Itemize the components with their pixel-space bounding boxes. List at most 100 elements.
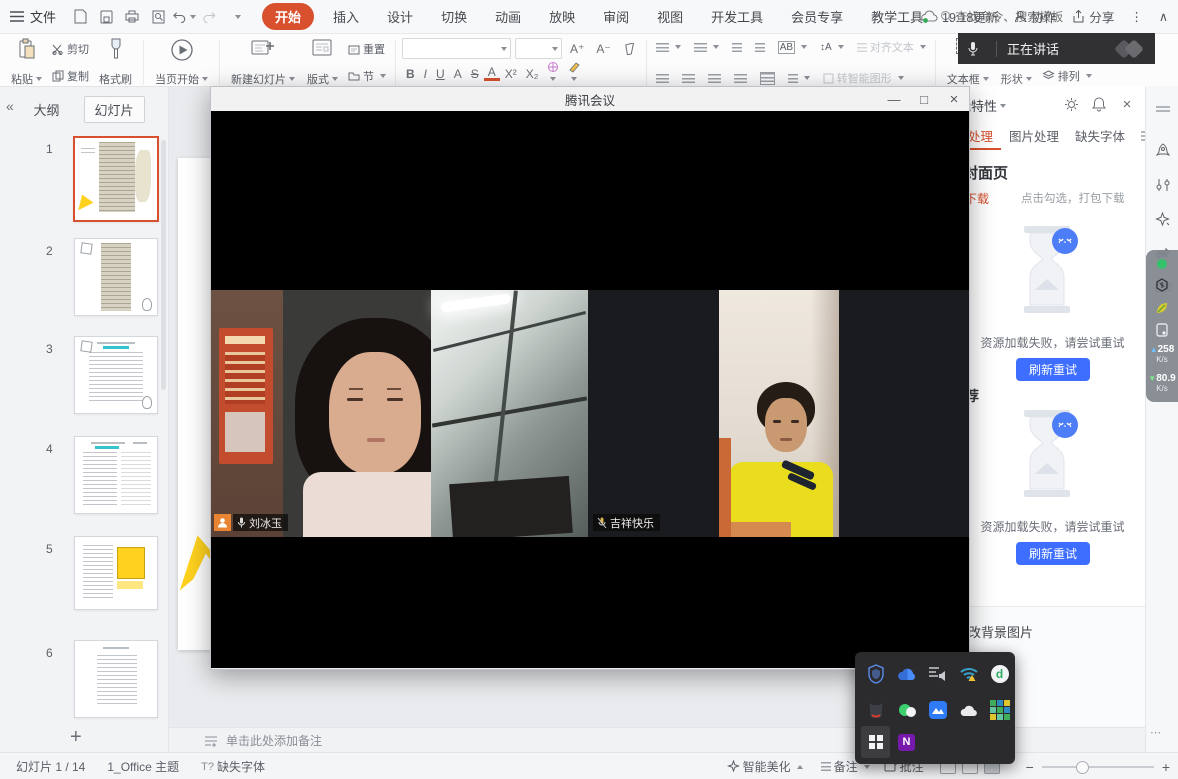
video-tile-jixiangkuaile[interactable]: 吉祥快乐 — [588, 290, 969, 537]
missing-font-status[interactable]: T? 缺失字体 — [201, 758, 265, 775]
strikethrough-button[interactable]: S — [467, 67, 483, 81]
mountain-app-icon[interactable] — [923, 694, 952, 726]
video-tile-liubingyu[interactable]: 刘冰玉 — [211, 290, 588, 537]
cat-app-icon[interactable] — [861, 694, 890, 726]
collapse-panel-button[interactable]: « — [6, 98, 14, 114]
paste-button[interactable]: 粘贴 — [6, 36, 47, 89]
decrease-indent-button[interactable] — [729, 42, 745, 53]
zoom-knob[interactable] — [1076, 761, 1089, 774]
more-menu-button[interactable]: ⋮ — [1130, 9, 1143, 24]
tab-member[interactable]: 会员专享 — [782, 3, 852, 30]
retry-button-2[interactable]: 刷新重试 — [1016, 542, 1090, 565]
font-size-select[interactable] — [515, 38, 562, 59]
redo-icon[interactable] — [198, 6, 222, 28]
subscript-button[interactable]: X₂ — [522, 67, 543, 81]
tab-slides[interactable]: 幻灯片 — [84, 96, 145, 123]
slide-thumbnail-1[interactable] — [73, 136, 159, 222]
format-painter-button[interactable]: 格式刷 — [94, 36, 137, 89]
letter-d-icon[interactable]: d — [985, 658, 1014, 690]
collapse-ribbon-button[interactable]: ∧ — [1159, 9, 1168, 24]
green-dot-app-icon[interactable] — [892, 694, 921, 726]
tab-design[interactable]: 设计 — [378, 3, 422, 30]
slide-thumbnail-4[interactable] — [74, 436, 158, 514]
panel-scrollbar[interactable] — [161, 140, 166, 390]
font-color-button[interactable]: A — [484, 67, 500, 81]
increase-font-icon[interactable]: A⁺ — [566, 42, 588, 56]
undo-icon[interactable] — [172, 6, 196, 28]
cloud-update-status[interactable]: 19:18更新 — [921, 7, 998, 26]
tab-insert[interactable]: 插入 — [324, 3, 368, 30]
numbered-list-button[interactable] — [691, 41, 722, 53]
layout-button[interactable]: 版式 — [302, 36, 343, 89]
clear-format-icon[interactable] — [619, 43, 640, 55]
volume-mixer-icon[interactable] — [923, 658, 952, 690]
slide-thumbnail-6[interactable] — [74, 640, 158, 718]
file-menu[interactable]: 文件 — [10, 7, 56, 26]
increase-indent-button[interactable] — [752, 42, 768, 53]
play-current-button[interactable]: 当页开始 — [150, 36, 213, 89]
print-preview-icon[interactable] — [146, 6, 170, 28]
more-caret-icon[interactable] — [224, 6, 248, 28]
shield-icon[interactable] — [861, 658, 890, 690]
cloud-drive-icon[interactable] — [892, 658, 921, 690]
align-center-button[interactable] — [679, 73, 698, 84]
distribute-button[interactable] — [757, 71, 778, 86]
gear-icon[interactable] — [1060, 94, 1082, 114]
font-family-select[interactable] — [402, 38, 511, 59]
decrease-font-icon[interactable]: A⁻ — [592, 42, 614, 56]
adjust-sliders-icon[interactable] — [1146, 172, 1178, 198]
align-right-button[interactable] — [705, 73, 724, 84]
minimize-button[interactable]: — — [879, 87, 909, 111]
rocket-icon[interactable] — [1146, 138, 1178, 164]
char-spacing-button[interactable]: ↕A — [817, 41, 847, 54]
panel-tab-image[interactable]: 图片处理 — [1009, 126, 1059, 145]
net-speed-widget[interactable]: ▲258K/s ▼80.9K/s — [1146, 250, 1178, 402]
highlight-button[interactable] — [564, 61, 584, 87]
bold-button[interactable]: B — [402, 67, 419, 81]
four-pane-app-icon[interactable] — [861, 726, 890, 758]
bullet-list-button[interactable] — [653, 41, 684, 53]
new-slide-button[interactable]: 新建幻灯片 — [226, 36, 300, 89]
close-button[interactable]: × — [939, 87, 969, 111]
underline-button[interactable]: U — [432, 67, 449, 81]
retry-button[interactable]: 刷新重试 — [1016, 358, 1090, 381]
print-icon[interactable] — [120, 6, 144, 28]
weather-cloud-icon[interactable] — [954, 694, 983, 726]
network-warning-icon[interactable]: ! — [954, 658, 983, 690]
tab-view[interactable]: 视图 — [648, 3, 692, 30]
share-button[interactable]: 分享 — [1072, 7, 1114, 26]
tab-animation[interactable]: 动画 — [486, 3, 530, 30]
text-effect-button[interactable] — [543, 61, 563, 87]
drag-handle-icon[interactable] — [1146, 96, 1178, 122]
slide-thumbnail-3[interactable] — [74, 336, 158, 414]
meeting-titlebar[interactable]: 腾讯会议 — □ × — [211, 87, 969, 111]
slide-thumbnail-2[interactable] — [74, 238, 158, 316]
arrange-button[interactable]: 排列 — [1039, 67, 1095, 85]
pixel-app-icon[interactable] — [985, 694, 1014, 726]
italic-button[interactable]: I — [420, 67, 431, 81]
save-icon[interactable] — [94, 6, 118, 28]
copy-button[interactable]: 复制 — [49, 67, 92, 85]
tab-transition[interactable]: 切换 — [432, 3, 476, 30]
magic-wand-icon[interactable] — [1146, 206, 1178, 232]
zoom-slider[interactable] — [1042, 766, 1154, 768]
maximize-button[interactable]: □ — [909, 87, 939, 111]
beautify-button[interactable]: 智能美化 — [727, 758, 803, 775]
tab-review[interactable]: 审阅 — [594, 3, 638, 30]
cut-button[interactable]: 剪切 — [49, 40, 92, 58]
tab-devtools[interactable]: 开发工具 — [702, 3, 772, 30]
line-spacing-button[interactable] — [785, 72, 813, 84]
close-panel-icon[interactable]: × — [1116, 94, 1138, 114]
align-left-button[interactable] — [653, 73, 672, 84]
zoom-in-button[interactable]: + — [1162, 759, 1170, 775]
new-file-icon[interactable] — [68, 6, 92, 28]
collab-button[interactable]: 协作 — [1014, 7, 1056, 26]
tab-home[interactable]: 开始 — [262, 3, 314, 30]
add-slide-button[interactable]: + — [70, 726, 82, 749]
panel-tab-font[interactable]: 缺失字体 — [1075, 126, 1125, 145]
slide-thumbnail-5[interactable] — [74, 536, 158, 610]
superscript-button[interactable]: X² — [501, 67, 521, 81]
section-button[interactable]: 节 — [345, 67, 389, 85]
text-direction-button[interactable]: AB — [775, 40, 810, 55]
bell-icon[interactable] — [1088, 94, 1110, 114]
